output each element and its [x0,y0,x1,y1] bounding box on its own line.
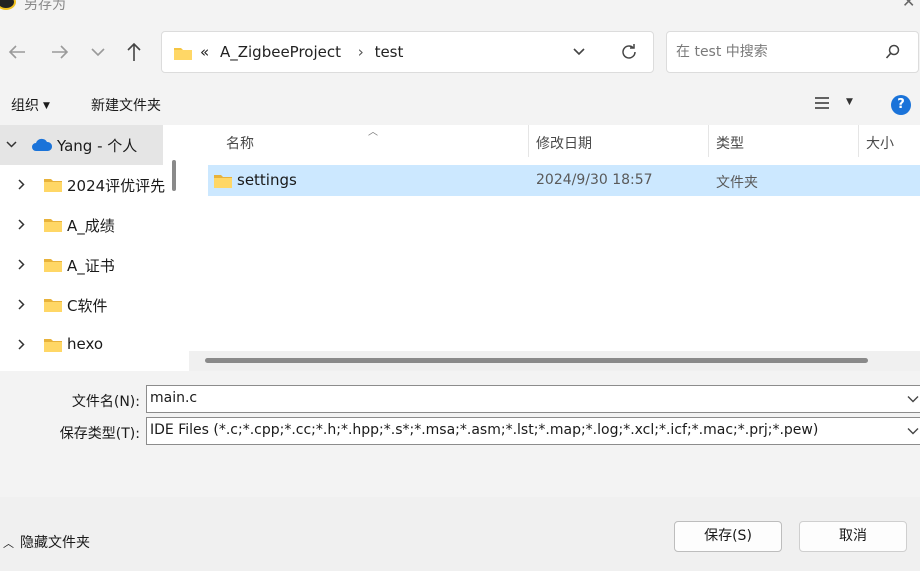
column-header-size[interactable]: 大小 [866,133,894,153]
file-date: 2024/9/30 18:57 [536,172,653,188]
arrow-up-icon [127,42,141,61]
tree-scrollbar-thumb[interactable] [172,160,176,191]
chevron-right-icon[interactable] [16,338,26,351]
save-form: 文件名(N): main.c 保存类型(T): IDE Files (*.c;*… [0,371,920,497]
navigation-bar: « A_ZigbeeProject › test [0,20,920,84]
tree-item[interactable]: hexo [0,325,163,365]
horizontal-scrollbar-thumb[interactable] [205,358,868,363]
breadcrumb: « A_ZigbeeProject › test [200,43,409,61]
tree-item-label: A_成绩 [67,217,115,235]
hide-folders-label: 隐藏文件夹 [20,535,90,551]
chevron-down-icon [91,48,105,57]
help-icon[interactable]: ? [891,95,911,115]
chevron-down-icon[interactable] [907,393,919,405]
tree-item-label: hexo [67,335,104,353]
file-name: settings [237,171,297,189]
refresh-icon[interactable] [620,43,638,61]
column-header-type[interactable]: 类型 [716,133,744,153]
arrow-right-icon [52,45,69,59]
back-button[interactable] [3,34,31,70]
recent-locations-button[interactable] [84,34,112,70]
folder-icon [44,259,62,272]
chevron-down-icon[interactable] [5,138,18,151]
app-icon [0,0,16,10]
forward-button[interactable] [46,34,74,70]
folder-icon [44,219,62,232]
caret-down-icon: ▼ [43,101,50,111]
folder-icon [44,179,62,192]
chevron-right-icon: › [357,43,364,61]
onedrive-cloud-icon [32,138,53,151]
tree-item[interactable]: C软件 [0,285,163,325]
search-icon[interactable] [885,44,901,60]
column-divider[interactable] [858,125,859,157]
file-type: 文件夹 [716,175,758,191]
chevron-down-icon[interactable] [572,45,586,59]
hide-folders-toggle[interactable]: ︿ 隐藏文件夹 [3,532,90,552]
breadcrumb-item[interactable]: A_ZigbeeProject [220,43,341,61]
cancel-button[interactable]: 取消 [799,521,907,552]
dialog-footer: ︿ 隐藏文件夹 保存(S) 取消 [0,497,920,571]
search-input[interactable] [676,41,876,63]
column-divider[interactable] [528,125,529,157]
chevron-right-icon[interactable] [16,258,26,271]
command-bar: 组织 ▼ 新建文件夹 ▼ [0,84,920,125]
folder-icon [214,175,232,188]
organize-label: 组织 [11,98,39,114]
chevron-up-icon: ︿ [3,537,14,550]
filetype-label: 保存类型(T): [59,426,140,442]
new-folder-button[interactable]: 新建文件夹 [91,95,161,115]
tree-item[interactable]: A_证书 [0,245,163,285]
column-header-date[interactable]: 修改日期 [536,133,592,153]
chevron-right-icon[interactable] [16,298,26,311]
chevron-down-icon[interactable] [907,425,919,437]
sort-ascending-icon: ︿ [368,127,378,138]
tree-item-label: Yang - 个人 [57,137,138,155]
file-row[interactable]: settings 2024/9/30 18:57 文件夹 [208,165,920,196]
breadcrumb-item[interactable]: test [375,43,404,61]
chevron-right-icon[interactable] [16,218,26,231]
file-list[interactable]: ︿ 名称 修改日期 类型 大小 settings 2024/9/30 18:57… [184,125,920,371]
window-title: 另存为 [24,0,66,13]
view-list-icon[interactable] [814,96,830,110]
column-divider[interactable] [708,125,709,157]
search-box[interactable] [666,31,919,73]
filename-field[interactable]: main.c [146,385,920,413]
arrow-left-icon [8,45,25,59]
address-bar[interactable]: « A_ZigbeeProject › test [161,31,654,73]
tree-item[interactable]: 2024评优评先 [0,165,166,205]
tree-item[interactable]: Yang - 个人 [0,125,163,165]
tree-item-label: C软件 [67,297,108,315]
chevron-right-icon[interactable] [16,178,26,191]
caret-down-icon[interactable]: ▼ [846,97,853,107]
tree-item-label: 2024评优评先 [67,177,166,195]
filename-label: 文件名(N): [71,394,140,410]
filename-value[interactable]: main.c [150,390,197,406]
save-button[interactable]: 保存(S) [674,521,782,552]
close-icon[interactable]: ✕ [902,0,915,11]
tree-item-label: A_证书 [67,257,115,275]
organize-menu[interactable]: 组织 ▼ [11,95,50,115]
column-header-name[interactable]: 名称 [226,133,254,153]
up-button[interactable] [120,34,148,70]
folder-icon [44,339,62,352]
tree-item[interactable]: A_成绩 [0,205,163,245]
folder-icon [44,299,62,312]
breadcrumb-overflow[interactable]: « [200,43,209,61]
folder-icon [174,48,192,60]
title-bar: 另存为 ✕ [0,0,920,20]
filetype-select[interactable]: IDE Files (*.c;*.cpp;*.cc;*.h;*.hpp;*.s*… [146,417,920,445]
filetype-value: IDE Files (*.c;*.cpp;*.cc;*.h;*.hpp;*.s*… [150,422,819,438]
navigation-pane[interactable]: Yang - 个人 2024评优评先 A_成绩 A_证书 C软件 hexo [0,125,184,371]
